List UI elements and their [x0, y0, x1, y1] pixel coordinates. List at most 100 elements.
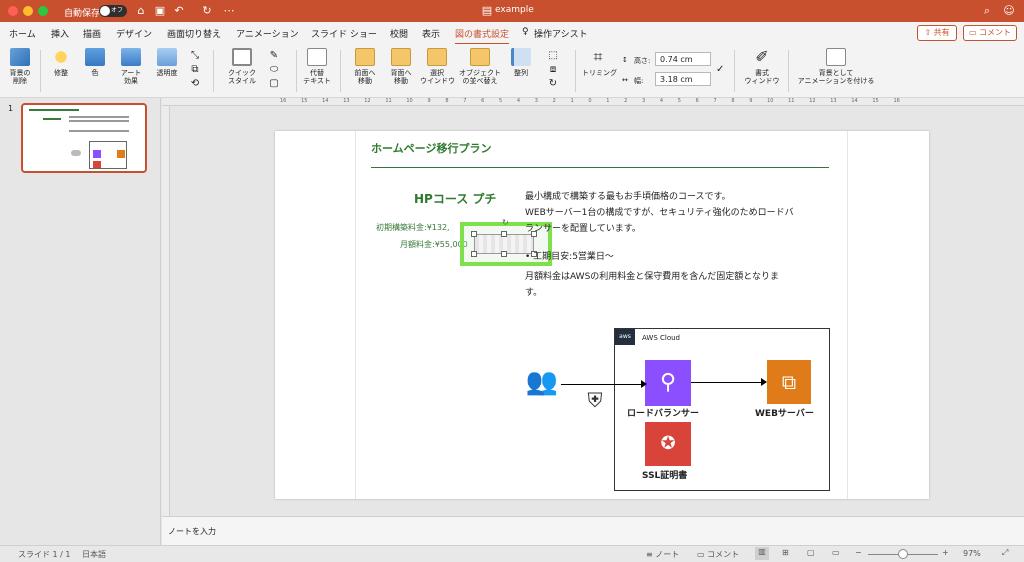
tab-view[interactable]: 表示	[422, 27, 440, 40]
alt-text-button[interactable]: 代替 テキスト	[302, 48, 332, 85]
minimize-window-button[interactable]	[23, 6, 33, 16]
tab-animations[interactable]: アニメーション	[236, 27, 299, 40]
monthly-fee[interactable]: 月額料金:¥55,000	[400, 239, 468, 250]
slide-number: 1	[8, 104, 14, 113]
bring-forward-button[interactable]: 前面へ 移動	[350, 48, 380, 85]
autosave-state: オフ	[111, 7, 124, 14]
description-line: ランサーを配置しています。	[525, 224, 641, 234]
tab-draw[interactable]: 描画	[83, 27, 101, 40]
zoom-in-icon[interactable]: +	[942, 548, 949, 557]
tab-picture-format[interactable]: 図の書式設定	[455, 27, 510, 45]
tab-slideshow[interactable]: スライド ショー	[311, 27, 377, 40]
slide[interactable]: ホームページ移行プラン HPコース プチ 初期構築料金:¥132, 月額料金:¥…	[275, 131, 929, 499]
zoom-out-icon[interactable]: −	[855, 548, 862, 557]
corrections-button[interactable]: 修整	[48, 48, 74, 77]
height-input[interactable]: 0.74 cm	[655, 52, 711, 66]
lock-aspect-icon[interactable]: ✓	[716, 64, 724, 75]
reorder-objects-icon	[470, 48, 490, 66]
autosave-toggle[interactable]: オフ	[99, 5, 127, 17]
ribbon: 背景の 削除 修整 色 アート 効果 透明度 ⤡ ⧉ ⟲ クイック スタイル ✎ ⬭ ▢…	[0, 44, 1024, 98]
slide-sorter-icon[interactable]: ⊞	[782, 548, 789, 557]
quick-styles-button[interactable]: クイック スタイル	[224, 48, 260, 85]
ruler-mark: 2	[552, 98, 556, 104]
save-icon[interactable]: ▣	[153, 4, 167, 18]
description-block[interactable]: 最小構成で構築する最もお手頃価格のコースです。 WEBサーバー1台の構成ですが、…	[525, 189, 794, 301]
tab-tell-me[interactable]: 操作アシスト	[534, 27, 588, 40]
ruler-mark: 8	[445, 98, 449, 104]
more-icon[interactable]: ⋯	[222, 4, 236, 18]
tab-transitions[interactable]: 画面切り替え	[167, 27, 221, 40]
ruler-mark: 1	[606, 98, 610, 104]
course-name[interactable]: HPコース プチ	[414, 190, 496, 207]
account-icon[interactable]: ☺	[1002, 4, 1016, 18]
compress-pictures-icon[interactable]: ⤡ ⧉ ⟲	[188, 49, 202, 91]
ruler-mark: 7	[713, 98, 717, 104]
selection-pane-button[interactable]: 選択 ウインドウ	[420, 48, 455, 85]
selection-pane-label: 選択 ウインドウ	[420, 69, 455, 85]
close-window-button[interactable]	[8, 6, 18, 16]
quick-styles-icon	[232, 48, 252, 66]
ruler-mark: 6	[481, 98, 485, 104]
ruler-mark: 1	[570, 98, 574, 104]
tab-home[interactable]: ホーム	[9, 27, 36, 40]
crop-icon: ⌗	[593, 47, 603, 66]
ruler-mark: 6	[695, 98, 699, 104]
artistic-effects-button[interactable]: アート 効果	[116, 48, 146, 85]
fit-to-window-icon[interactable]: ⤢	[1002, 548, 1008, 558]
selection-pane-icon	[427, 48, 447, 66]
notes-pane[interactable]: ノートを入力	[162, 516, 1024, 545]
zoom-window-button[interactable]	[38, 6, 48, 16]
ruler-mark: 16	[893, 98, 900, 104]
undo-icon[interactable]: ↶	[172, 4, 186, 18]
crop-button[interactable]: ⌗ トリミング	[582, 47, 617, 78]
alt-text-label: 代替 テキスト	[303, 69, 331, 85]
tab-design[interactable]: デザイン	[116, 27, 152, 40]
picture-border-icon[interactable]: ✎ ⬭ ▢	[264, 49, 284, 91]
tab-insert[interactable]: 挿入	[51, 27, 69, 40]
zoom-level[interactable]: 97%	[963, 549, 981, 558]
search-icon[interactable]: ⌕	[980, 4, 994, 18]
resize-handle[interactable]	[501, 231, 507, 237]
redo-icon[interactable]: ↻	[200, 4, 214, 18]
normal-view-icon[interactable]: ▥	[755, 547, 769, 560]
ruler-mark: 15	[872, 98, 879, 104]
resize-handle[interactable]	[501, 251, 507, 257]
group-rotate-icon[interactable]: ⬚ ⧈ ↻	[540, 49, 566, 91]
tab-review[interactable]: 校閲	[390, 27, 408, 40]
width-input[interactable]: 3.18 cm	[655, 72, 711, 86]
ruler-mark: 12	[809, 98, 816, 104]
arrow-head-icon	[641, 380, 647, 388]
slide-title[interactable]: ホームページ移行プラン	[371, 140, 491, 156]
rotate-handle-icon[interactable]: ↻	[502, 218, 509, 227]
comment-button[interactable]: ▭ コメント	[963, 25, 1017, 41]
home-icon[interactable]: ⌂	[134, 4, 148, 18]
zoom-slider-thumb[interactable]	[898, 549, 908, 559]
notes-toggle-label: ノート	[655, 550, 680, 559]
remove-background-button[interactable]: 背景の 削除	[6, 48, 34, 85]
ruler-mark: 7	[463, 98, 467, 104]
reading-view-icon[interactable]: ▢	[807, 548, 815, 557]
resize-handle[interactable]	[471, 251, 477, 257]
slideshow-icon[interactable]: ▭	[832, 548, 840, 557]
send-backward-button[interactable]: 背面へ 移動	[386, 48, 416, 85]
reorder-objects-button[interactable]: オブジェクト の並べ替え	[458, 48, 502, 85]
slide-thumbnail[interactable]	[21, 103, 147, 173]
notes-toggle[interactable]: ≡ ノート	[646, 549, 679, 560]
web-server-label: WEBサーバー	[755, 409, 814, 419]
artistic-effects-label: アート 効果	[120, 69, 142, 85]
initial-fee[interactable]: 初期構築料金:¥132,	[376, 222, 450, 233]
format-pane-button[interactable]: ✐ 書式 ウィンドウ	[744, 48, 780, 86]
comments-toggle[interactable]: ▭ コメント	[697, 549, 739, 560]
language[interactable]: 日本語	[82, 549, 106, 560]
document-title[interactable]: example	[495, 5, 534, 15]
share-button[interactable]: ⇧ 共有	[917, 25, 957, 41]
align-button[interactable]: 整列	[508, 48, 534, 77]
autosave-label: 自動保存	[64, 9, 101, 19]
color-button[interactable]: 色	[82, 48, 108, 77]
resize-handle[interactable]	[471, 231, 477, 237]
animate-as-background-button[interactable]: 背景として アニメーションを付ける	[796, 48, 876, 85]
notes-placeholder[interactable]: ノートを入力	[168, 526, 216, 537]
users-icon: 👥	[525, 367, 559, 397]
transparency-button[interactable]: 透明度	[152, 48, 182, 77]
aws-cloud-group[interactable]: aws AWS Cloud ⚲ ロードバランサー ⧉ WEBサーバー ✪ SSL…	[614, 328, 830, 491]
